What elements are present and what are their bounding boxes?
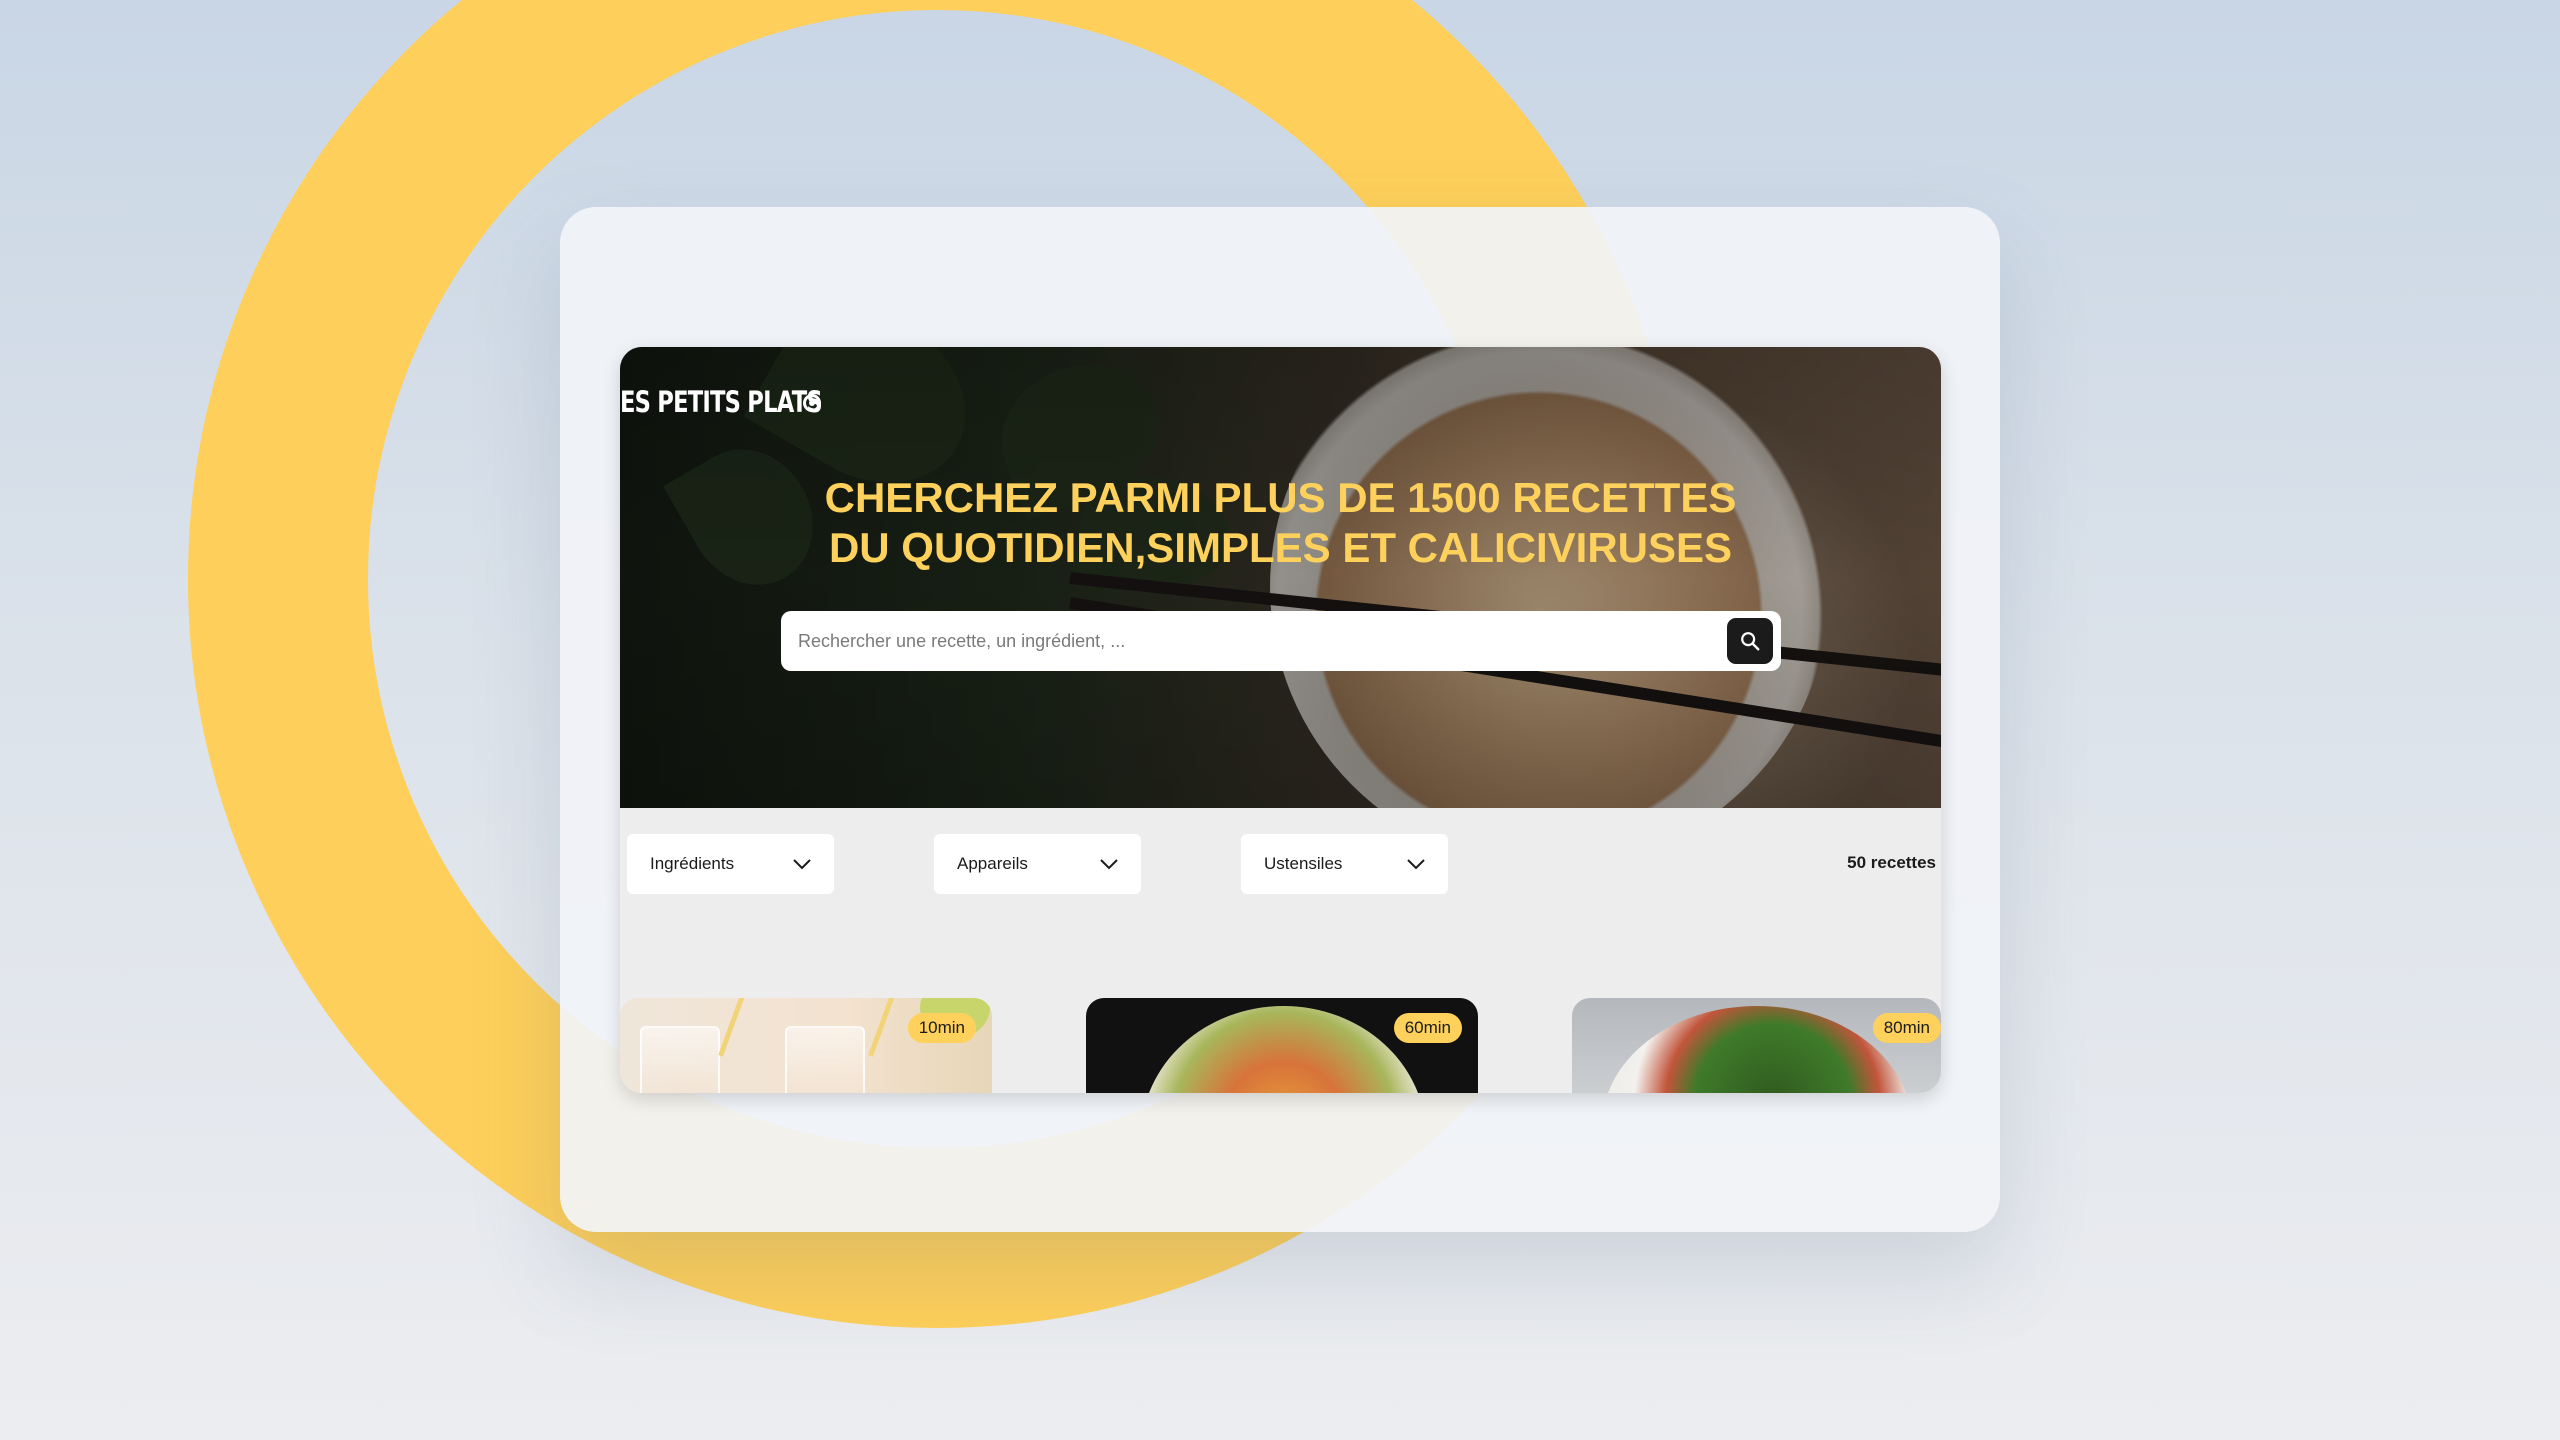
recipe-image [1602, 1006, 1912, 1093]
recipe-image [718, 998, 747, 1057]
recipe-count: 50 recettes [1847, 853, 1936, 872]
filter-label: Ingrédients [650, 854, 735, 873]
site-logo[interactable]: ES PETITS PLATS [620, 385, 823, 419]
filter-label: Ustensiles [1264, 854, 1343, 873]
recipe-image [785, 1026, 865, 1093]
search-input[interactable] [798, 611, 1698, 671]
chevron-down-icon [1100, 859, 1118, 870]
recipe-image [868, 998, 897, 1057]
hero-banner: ES PETITS PLATS CHERCHEZ PARMI PLUS DE 1… [620, 347, 1941, 808]
recipe-time-badge: 80min [1872, 1013, 1941, 1043]
recipe-time-badge: 10min [907, 1013, 976, 1043]
logo-dot-icon [803, 394, 821, 412]
search-icon [1741, 632, 1760, 651]
recipe-card[interactable]: 80min [1572, 998, 1941, 1093]
filter-ingredients-dropdown[interactable]: Ingrédients [627, 834, 834, 894]
filter-ustensiles-dropdown[interactable]: Ustensiles [1241, 834, 1448, 894]
recipe-image [640, 1026, 720, 1093]
filter-label: Appareils [957, 854, 1028, 873]
recipe-card[interactable]: 10min [620, 998, 992, 1093]
hero-headline: CHERCHEZ PARMI PLUS DE 1500 RECETTES DU … [620, 473, 1941, 573]
recipe-time-badge: 60min [1393, 1013, 1462, 1043]
chevron-down-icon [1407, 859, 1425, 870]
hero-headline-line: DU QUOTIDIEN,SIMPLES ET CALICIVIRUSES [828, 524, 1733, 571]
recipe-image [1141, 1006, 1426, 1093]
filter-appareils-dropdown[interactable]: Appareils [934, 834, 1141, 894]
search-button[interactable] [1727, 618, 1773, 664]
recipe-card[interactable]: 60min [1086, 998, 1478, 1093]
website-preview: ES PETITS PLATS CHERCHEZ PARMI PLUS DE 1… [620, 347, 1941, 1093]
hero-headline-line: CHERCHEZ PARMI PLUS DE 1500 RECETTES [824, 474, 1737, 521]
chevron-down-icon [793, 859, 811, 870]
search-bar [781, 611, 1781, 671]
